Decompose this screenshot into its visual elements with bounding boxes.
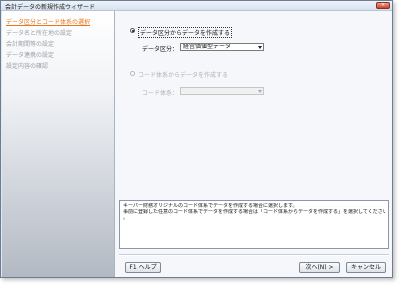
close-button[interactable]: × xyxy=(376,2,390,9)
radio-from-code-system[interactable] xyxy=(130,71,135,76)
window-title: 会計データの新規作成ウィザード xyxy=(5,4,96,11)
data-kind-select[interactable]: 経営価値型データ xyxy=(180,43,264,51)
cancel-button[interactable]: キャンセル xyxy=(346,262,386,273)
title-bar[interactable]: 会計データの新規作成ウィザード × xyxy=(1,1,392,11)
radio-from-data-kind[interactable] xyxy=(130,28,135,33)
step-data-name-and-location: データ名と所在地の設定 xyxy=(6,30,73,37)
radio-from-data-kind-label[interactable]: データ区分からデータを作成する xyxy=(138,27,233,38)
code-system-select[interactable] xyxy=(180,87,264,95)
data-kind-value: 経営価値型データ xyxy=(183,43,232,50)
radio-from-code-system-label[interactable]: コード体系からデータを作成する xyxy=(138,70,228,79)
next-button[interactable]: 次へ(N) > xyxy=(299,262,340,273)
help-button[interactable]: F1 ヘルプ xyxy=(125,262,161,273)
footer-divider xyxy=(119,254,389,256)
chevron-down-icon xyxy=(258,46,262,49)
step-data-kind-and-code-system: データ区分とコード体系の選択 xyxy=(6,19,91,26)
close-icon: × xyxy=(380,2,386,8)
wizard-window: 会計データの新規作成ウィザード × データ区分とコード体系の選択 データ名と所在… xyxy=(0,0,393,278)
step-fiscal-period: 会計期間等の設定 xyxy=(6,41,55,48)
description-line: 。 xyxy=(123,215,129,221)
wizard-steps-sidebar: データ区分とコード体系の選択 データ名と所在地の設定 会計期間等の設定 データ連… xyxy=(2,11,115,277)
description-box: キーパー財務オリジナルのコード体系でデータを作成する場合に選択します。 事前に登… xyxy=(119,200,389,249)
data-kind-label: データ区分： xyxy=(142,46,179,53)
step-data-link: データ連携の設定 xyxy=(6,52,55,59)
chevron-down-icon xyxy=(258,90,262,93)
step-confirm-settings: 設定内容の確認 xyxy=(6,63,49,70)
description-line: 事前に登録した任意のコード体系でデータを作成する場合は「コード体系からデータを作… xyxy=(123,209,385,215)
code-system-label: コード体系： xyxy=(142,90,179,97)
wizard-content: データ区分からデータを作成する データ区分： 経営価値型データ コード体系からデ… xyxy=(115,11,392,277)
